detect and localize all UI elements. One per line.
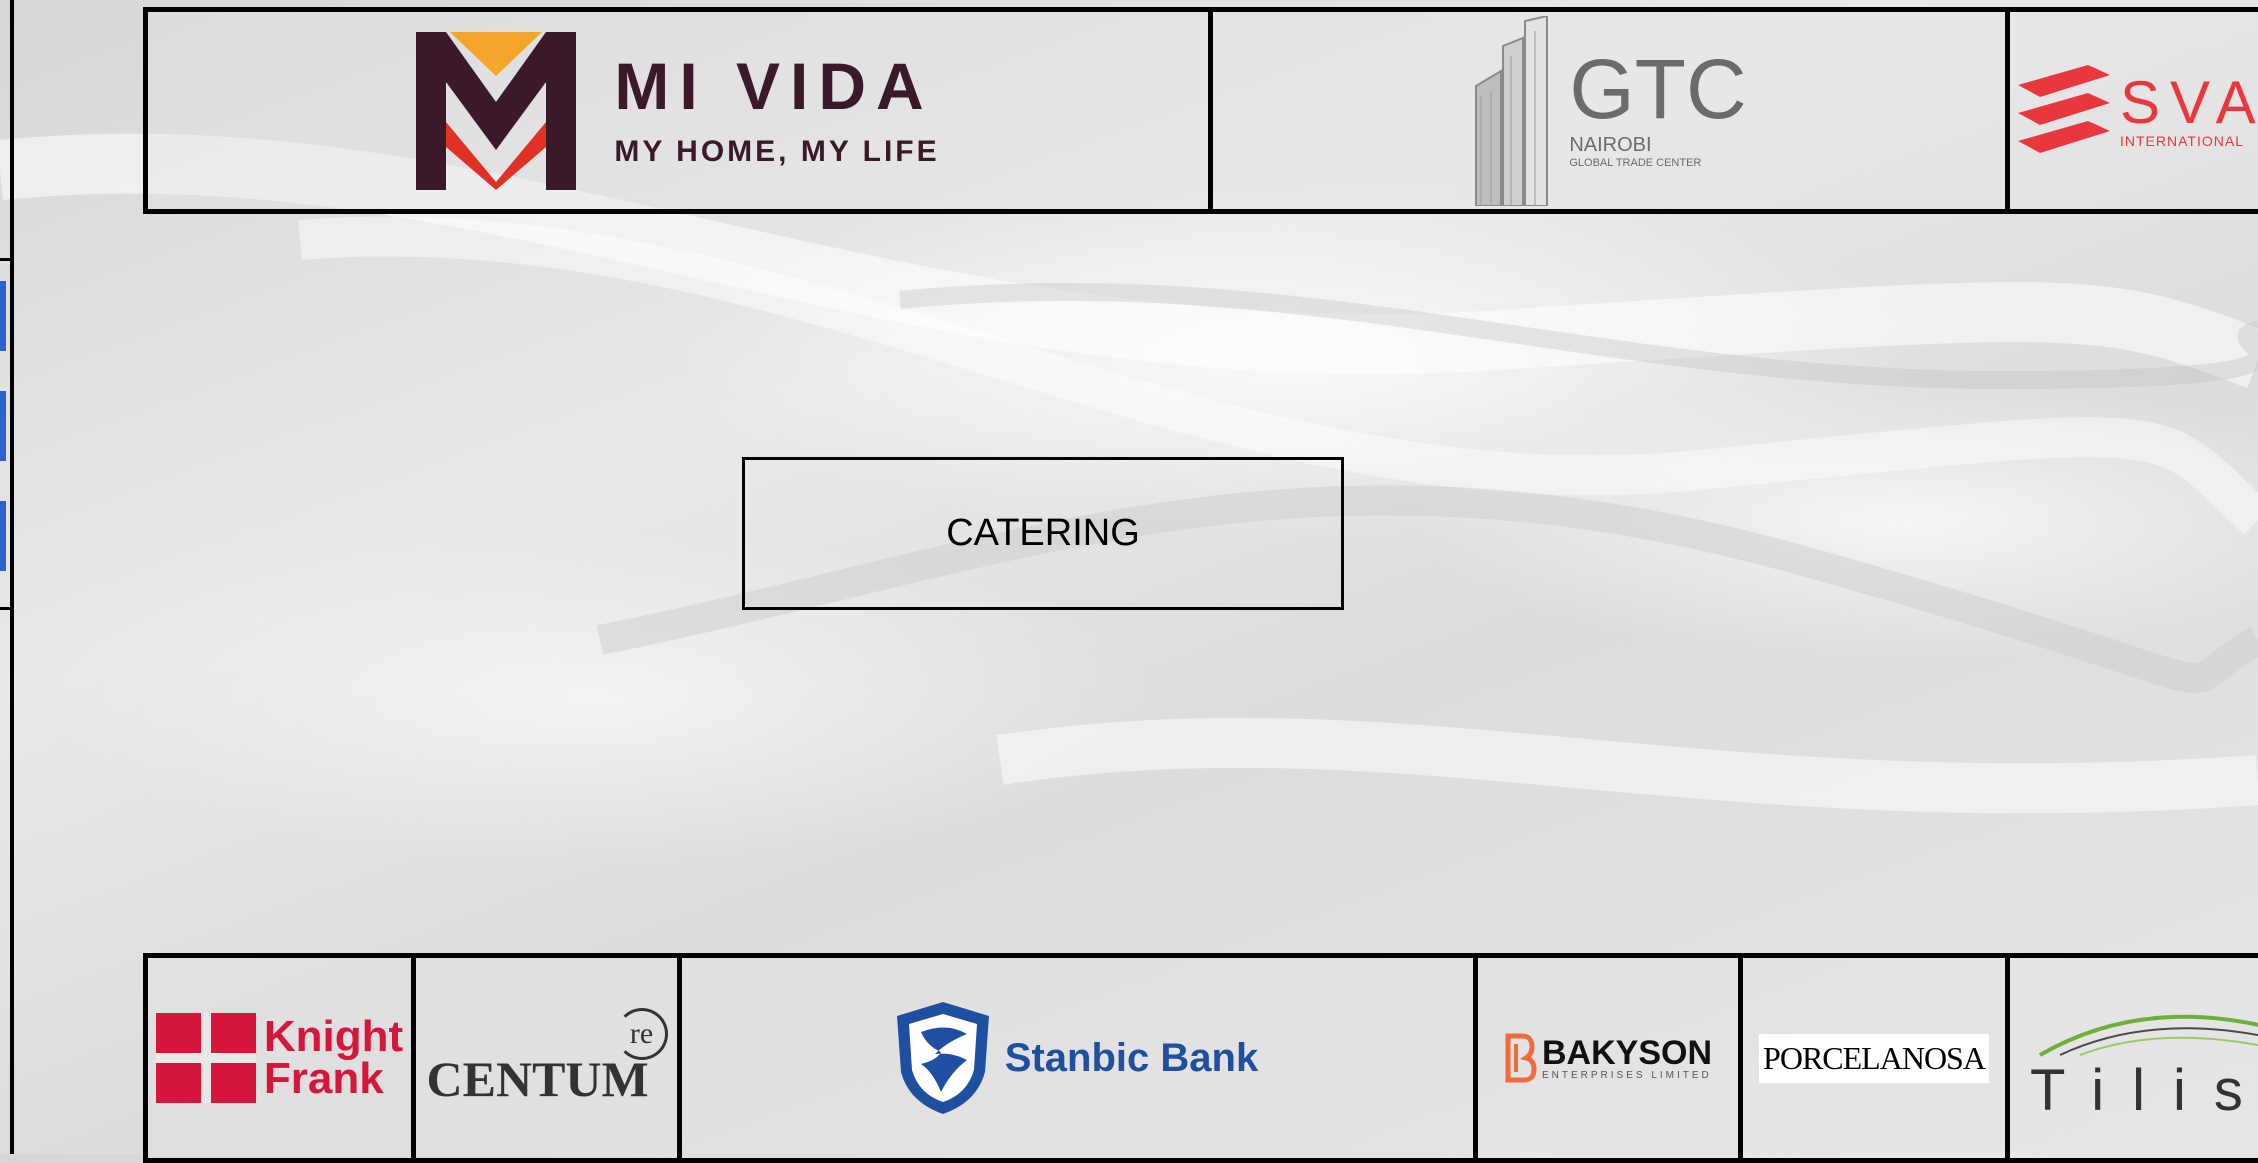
catering-label: CATERING [946, 512, 1140, 554]
sva-logo: SVA INTERNATIONAL [2018, 64, 2258, 157]
booth-gtc[interactable]: GTC NAIROBI GLOBAL TRADE CENTER [1208, 7, 2010, 214]
booth-knight-frank[interactable]: Knight Frank [143, 953, 416, 1163]
bakyson-logo: BAKYSON ENTERPRISES LIMITED [1504, 1032, 1712, 1084]
stanbic-logo: Stanbic Bank [896, 1002, 1259, 1114]
centum-logo: CENTUM re [422, 998, 672, 1118]
tilisi-logo: Tilisi [2030, 1007, 2258, 1120]
bakyson-b-icon [1505, 1033, 1537, 1083]
knight-frank-line2: Frank [263, 1054, 384, 1103]
bakyson-subtitle: ENTERPRISES LIMITED [1541, 1069, 1712, 1081]
centum-re-text: re [629, 1017, 654, 1050]
booth-sva[interactable]: SVA INTERNATIONAL [2005, 7, 2258, 214]
centum-re-mark: re [615, 1008, 668, 1060]
mi-vida-logo: MI VIDA MY HOME, MY LIFE [416, 31, 940, 190]
sva-title: SVA [2120, 68, 2258, 136]
booth-bakyson[interactable]: BAKYSON ENTERPRISES LIMITED [1473, 953, 1743, 1163]
sva-subtitle: INTERNATIONAL [2120, 132, 2244, 149]
tilisi-arc-icon [2038, 1014, 2258, 1057]
booth-porcelanosa[interactable]: PORCELANOSA [1738, 953, 2010, 1163]
porcelanosa-title: PORCELANOSA [1763, 1039, 1986, 1076]
booth-tilisi[interactable]: Tilisi [2005, 953, 2258, 1163]
gtc-towers-icon [1475, 15, 1549, 206]
knight-frank-line1: Knight [263, 1012, 404, 1062]
left-booth [0, 258, 14, 610]
gtc-logo: GTC NAIROBI GLOBAL TRADE CENTER [1471, 15, 1747, 206]
booth-stanbic[interactable]: Stanbic Bank [677, 953, 1478, 1163]
knight-frank-squares-icon [155, 1013, 256, 1103]
mi-vida-title: MI VIDA [614, 48, 934, 123]
booth-centum[interactable]: CENTUM re [411, 953, 682, 1163]
tilisi-title: Tilisi [2030, 1057, 2258, 1123]
left-booth-blue-mark [0, 391, 6, 461]
porcelanosa-logo: PORCELANOSA [1759, 1033, 1989, 1083]
centum-title: CENTUM [426, 1051, 649, 1107]
mi-vida-tagline: MY HOME, MY LIFE [614, 134, 940, 168]
knight-frank-logo: Knight Frank [155, 1012, 404, 1103]
catering-area[interactable]: CATERING [742, 457, 1344, 610]
gtc-title: GTC [1569, 42, 1747, 137]
mi-vida-emblem-icon [416, 31, 577, 190]
booth-mi-vida[interactable]: MI VIDA MY HOME, MY LIFE [143, 7, 1213, 214]
gtc-subtitle: GLOBAL TRADE CENTER [1569, 156, 1702, 169]
stanbic-shield-icon [896, 1002, 989, 1114]
gtc-city: NAIROBI [1569, 133, 1652, 156]
stanbic-title: Stanbic Bank [1004, 1035, 1259, 1080]
left-booth-blue-mark [0, 501, 6, 571]
sva-chevrons-icon [2018, 64, 2110, 153]
left-booth-blue-mark [0, 281, 6, 351]
bakyson-title: BAKYSON [1541, 1033, 1713, 1072]
